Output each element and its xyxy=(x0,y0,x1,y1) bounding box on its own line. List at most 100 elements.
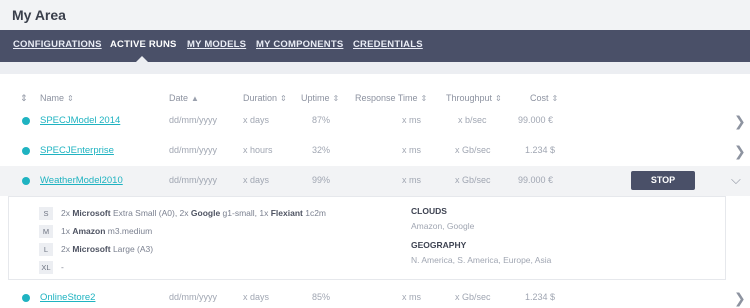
column-header-cost[interactable]: Cost ⇕ xyxy=(530,93,558,103)
resource-text: 2x xyxy=(61,244,73,254)
chevron-right-icon[interactable]: ❯ xyxy=(734,143,746,160)
provider-name: Amazon xyxy=(72,226,106,236)
provider-name: Google xyxy=(190,208,221,218)
geography-heading: GEOGRAPHY xyxy=(411,240,467,250)
table-row[interactable]: SPECJEnterprise dd/mm/yyyy x hours 32% x… xyxy=(0,136,750,166)
tab-configurations[interactable]: CONFIGURATIONS xyxy=(13,39,102,50)
table-row[interactable]: OnlineStore2 dd/mm/yyyy x days 85% x ms … xyxy=(0,283,750,308)
status-dot-icon xyxy=(22,294,30,302)
column-label: Duration xyxy=(243,93,278,103)
chevron-down-icon[interactable]: ⌵ xyxy=(731,172,741,188)
table-row-expanded[interactable]: WeatherModel2010 dd/mm/yyyy x days 99% x… xyxy=(0,166,750,196)
clouds-value: Amazon, Google xyxy=(411,221,475,231)
resource-text: m3.medium xyxy=(105,226,153,236)
resource-line-xl: XL - xyxy=(39,261,64,274)
sort-icon: ⇕ xyxy=(420,94,428,103)
column-header-name[interactable]: Name ⇕ xyxy=(40,93,74,103)
column-header-date[interactable]: Date ▲ xyxy=(169,93,199,103)
resource-text: g1-small, 1x xyxy=(220,208,271,218)
run-name-link[interactable]: SPECJModel 2014 xyxy=(40,115,120,126)
resource-text: 1x xyxy=(61,226,73,236)
sort-ascending-icon: ▲ xyxy=(191,94,199,103)
column-label: Response Time xyxy=(355,93,418,103)
size-badge-xl: XL xyxy=(39,261,53,274)
run-response-time: x ms xyxy=(402,292,421,302)
run-response-time: x ms xyxy=(402,175,421,185)
resource-text: - xyxy=(61,262,64,272)
clouds-heading: CLOUDS xyxy=(411,206,447,216)
run-cost: 99.000 € xyxy=(518,115,554,125)
run-response-time: x ms xyxy=(402,145,421,155)
title-bar: My Area xyxy=(0,0,750,30)
chevron-right-icon[interactable]: ❯ xyxy=(734,113,746,130)
geography-value: N. America, S. America, Europe, Asia xyxy=(411,255,552,265)
resource-text: Large (A3) xyxy=(110,244,154,254)
run-uptime: 85% xyxy=(312,292,331,302)
run-throughput: x b/sec xyxy=(458,115,487,125)
resource-text: 1c2m xyxy=(302,208,327,218)
column-label: Name xyxy=(40,93,65,103)
select-sort-icon[interactable]: ⇕ xyxy=(20,93,28,104)
column-label: Cost xyxy=(530,93,549,103)
table-row[interactable]: SPECJModel 2014 dd/mm/yyyy x days 87% x … xyxy=(0,106,750,136)
provider-name: Flexiant xyxy=(270,208,303,218)
run-name-link[interactable]: WeatherModel2010 xyxy=(40,175,123,186)
sort-icon: ⇕ xyxy=(332,94,340,103)
resource-line-s: S 2x Microsoft Extra Small (A0), 2x Googl… xyxy=(39,207,326,220)
run-date: dd/mm/yyyy xyxy=(169,175,218,185)
resource-text: 2x xyxy=(61,208,73,218)
run-uptime: 87% xyxy=(312,115,331,125)
run-throughput: x Gb/sec xyxy=(455,145,491,155)
run-date: dd/mm/yyyy xyxy=(169,292,218,302)
column-header-uptime[interactable]: Uptime ⇕ xyxy=(301,93,339,103)
resource-text: Extra Small (A0), 2x xyxy=(110,208,191,218)
status-dot-icon xyxy=(22,177,30,185)
run-cost: 99.000 € xyxy=(518,175,554,185)
provider-name: Microsoft xyxy=(72,244,111,254)
run-throughput: x Gb/sec xyxy=(455,292,491,302)
run-duration: x hours xyxy=(243,145,273,155)
run-throughput: x Gb/sec xyxy=(455,175,491,185)
column-label: Throughput xyxy=(446,93,493,103)
run-details: S 2x Microsoft Extra Small (A0), 2x Googl… xyxy=(0,196,750,280)
sort-icon: ⇕ xyxy=(551,94,559,103)
column-label: Date xyxy=(169,93,189,103)
run-date: dd/mm/yyyy xyxy=(169,115,218,125)
run-uptime: 32% xyxy=(312,145,331,155)
page-title: My Area xyxy=(12,7,66,23)
tab-credentials[interactable]: CREDENTIALS xyxy=(353,39,423,50)
run-name-link[interactable]: SPECJEnterprise xyxy=(40,145,114,156)
run-date: dd/mm/yyyy xyxy=(169,145,218,155)
resource-line-l: L 2x Microsoft Large (A3) xyxy=(39,243,153,256)
run-duration: x days xyxy=(243,115,270,125)
run-cost: 1.234 $ xyxy=(525,145,556,155)
run-duration: x days xyxy=(243,292,270,302)
column-header-throughput[interactable]: Throughput ⇕ xyxy=(446,93,502,103)
tab-active-runs[interactable]: ACTIVE RUNS xyxy=(110,39,177,50)
sort-icon: ⇕ xyxy=(495,94,502,103)
nav-subbar xyxy=(0,62,750,74)
tab-my-components[interactable]: MY COMPONENTS xyxy=(256,39,343,50)
stop-button[interactable]: STOP xyxy=(631,171,695,190)
sort-icon: ⇕ xyxy=(280,94,287,103)
resource-line-m: M 1x Amazon m3.medium xyxy=(39,225,152,238)
run-response-time: x ms xyxy=(402,115,421,125)
provider-name: Microsoft xyxy=(72,208,111,218)
status-dot-icon xyxy=(22,117,30,125)
size-badge-s: S xyxy=(39,207,53,220)
column-label: Uptime xyxy=(301,93,330,103)
column-header-duration[interactable]: Duration ⇕ xyxy=(243,93,287,103)
main-nav: CONFIGURATIONS ACTIVE RUNS MY MODELS MY … xyxy=(0,30,750,62)
sort-icon: ⇕ xyxy=(67,94,74,103)
size-badge-m: M xyxy=(39,225,53,238)
run-name-link[interactable]: OnlineStore2 xyxy=(40,292,95,303)
chevron-right-icon[interactable]: ❯ xyxy=(734,290,746,307)
size-badge-l: L xyxy=(39,243,53,256)
column-header-response-time[interactable]: Response Time ⇕ xyxy=(355,93,427,103)
run-cost: 1.234 $ xyxy=(525,292,556,302)
status-dot-icon xyxy=(22,147,30,155)
tab-my-models[interactable]: MY MODELS xyxy=(187,39,246,50)
run-duration: x days xyxy=(243,175,270,185)
run-details-panel: S 2x Microsoft Extra Small (A0), 2x Googl… xyxy=(8,196,726,280)
run-uptime: 99% xyxy=(312,175,331,185)
